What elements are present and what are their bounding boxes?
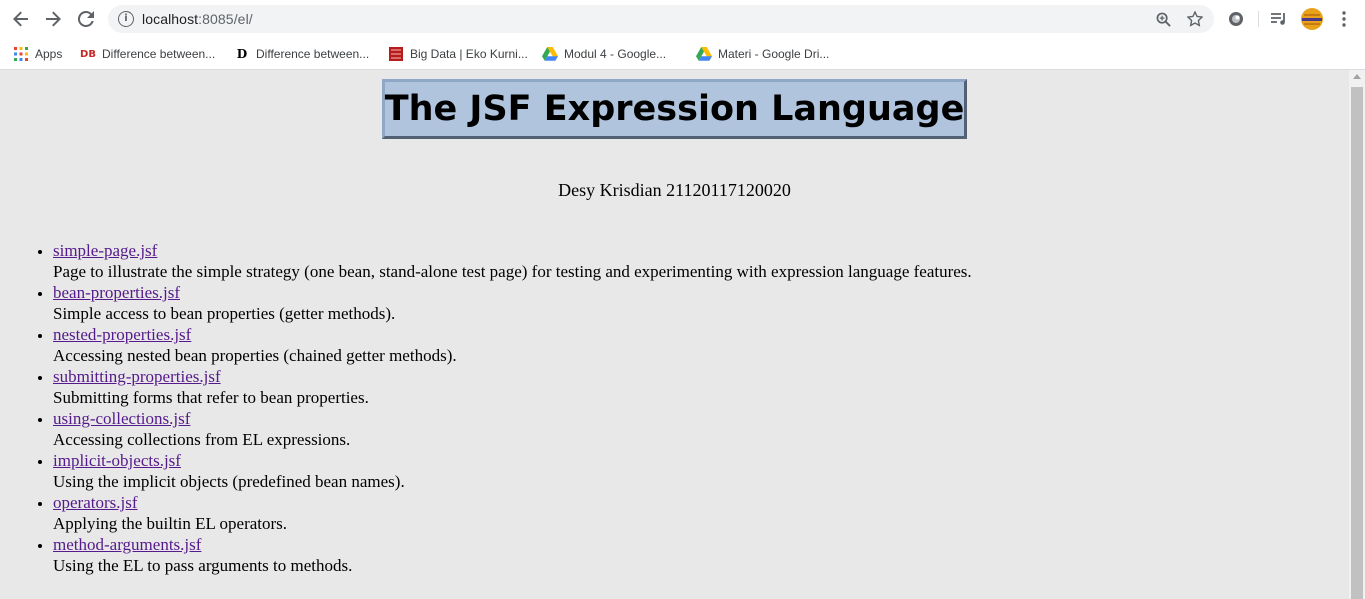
link-description: Accessing nested bean properties (chaine… — [53, 346, 457, 365]
link-using-collections[interactable]: using-collections.jsf — [53, 409, 190, 428]
vertical-scrollbar[interactable] — [1349, 70, 1365, 599]
list-item: submitting-properties.jsf Submitting for… — [53, 366, 972, 408]
bookmark-difference-between-db[interactable]: DB Difference between... — [80, 44, 215, 64]
link-description: Using the EL to pass arguments to method… — [53, 556, 353, 575]
bookmarks-bar: Apps DB Difference between... D Differen… — [0, 38, 1365, 70]
link-description: Accessing collections from EL expression… — [53, 430, 351, 449]
list-item: implicit-objects.jsf Using the implicit … — [53, 450, 972, 492]
profile-avatar[interactable] — [1300, 7, 1324, 31]
list-item: simple-page.jsf Page to illustrate the s… — [53, 240, 972, 282]
bookmark-modul-4[interactable]: Modul 4 - Google... — [542, 44, 666, 64]
google-drive-icon — [542, 46, 558, 62]
list-item: operators.jsf Applying the builtin EL op… — [53, 492, 972, 534]
page-viewport: The JSF Expression Language Desy Krisdia… — [0, 70, 1349, 599]
bookmark-label: Big Data | Eko Kurni... — [410, 47, 528, 61]
db-favicon: DB — [80, 48, 96, 60]
scroll-up-arrow-icon[interactable] — [1353, 74, 1361, 79]
kebab-menu-icon[interactable] — [1334, 9, 1354, 29]
link-description: Page to illustrate the simple strategy (… — [53, 262, 972, 281]
url-text[interactable]: localhost:8085/el/ — [142, 11, 253, 27]
book-favicon — [388, 46, 404, 62]
link-implicit-objects[interactable]: implicit-objects.jsf — [53, 451, 181, 470]
reload-icon[interactable] — [74, 7, 98, 31]
toolbar-divider — [1258, 11, 1259, 27]
bookmark-label: Difference between... — [256, 47, 370, 61]
link-method-arguments[interactable]: method-arguments.jsf — [53, 535, 201, 554]
media-control-icon[interactable] — [1269, 9, 1289, 29]
info-icon[interactable]: i — [118, 11, 134, 27]
author-text: Desy Krisdian 21120117120020 — [558, 180, 791, 200]
list-item: method-arguments.jsf Using the EL to pas… — [53, 534, 972, 576]
bookmark-label: Apps — [35, 47, 63, 61]
scrollbar-thumb[interactable] — [1351, 87, 1363, 599]
bookmark-label: Materi - Google Dri... — [718, 47, 830, 61]
link-description: Using the implicit objects (predefined b… — [53, 472, 405, 491]
link-nested-properties[interactable]: nested-properties.jsf — [53, 325, 191, 344]
address-bar[interactable]: i localhost:8085/el/ — [108, 5, 1214, 33]
page-title-box: The JSF Expression Language — [382, 79, 967, 139]
bookmark-label: Difference between... — [102, 47, 216, 61]
page-title: The JSF Expression Language — [384, 89, 965, 129]
link-description: Simple access to bean properties (getter… — [53, 304, 396, 323]
extension-icon[interactable] — [1226, 9, 1246, 29]
link-bean-properties[interactable]: bean-properties.jsf — [53, 283, 180, 302]
bookmark-big-data[interactable]: Big Data | Eko Kurni... — [388, 44, 528, 64]
apps-grid-icon — [13, 46, 29, 62]
link-description: Submitting forms that refer to bean prop… — [53, 388, 369, 407]
d-favicon: D — [236, 47, 248, 61]
link-operators[interactable]: operators.jsf — [53, 493, 138, 512]
list-item: using-collections.jsf Accessing collecti… — [53, 408, 972, 450]
bookmark-materi[interactable]: Materi - Google Dri... — [696, 44, 829, 64]
link-description: Applying the builtin EL operators. — [53, 514, 288, 533]
bookmark-label: Modul 4 - Google... — [564, 47, 667, 61]
forward-arrow-icon[interactable] — [41, 7, 65, 31]
browser-toolbar: i localhost:8085/el/ — [0, 0, 1365, 38]
bookmark-apps[interactable]: Apps — [13, 44, 62, 64]
link-submitting-properties[interactable]: submitting-properties.jsf — [53, 367, 221, 386]
back-arrow-icon[interactable] — [9, 7, 33, 31]
star-icon[interactable] — [1186, 10, 1204, 28]
google-drive-icon — [696, 46, 712, 62]
zoom-icon[interactable] — [1154, 10, 1172, 28]
link-simple-page[interactable]: simple-page.jsf — [53, 241, 157, 260]
examples-list: simple-page.jsf Page to illustrate the s… — [53, 240, 972, 576]
list-item: nested-properties.jsf Accessing nested b… — [53, 324, 972, 366]
bookmark-difference-between-d[interactable]: D Difference between... — [234, 44, 369, 64]
list-item: bean-properties.jsf Simple access to bea… — [53, 282, 972, 324]
